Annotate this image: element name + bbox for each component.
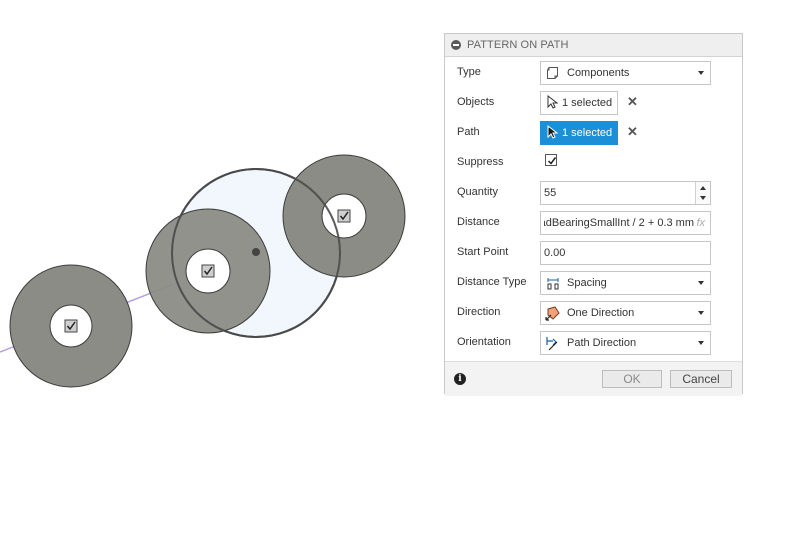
direction-value: One Direction — [567, 307, 635, 319]
distance-value: oadBearingSmallInt / 2 + 0.3 mm — [544, 217, 694, 229]
row-objects: Objects 1 selected ✕ — [445, 87, 742, 117]
path-start-point[interactable] — [252, 248, 260, 256]
quantity-spinner[interactable] — [695, 182, 710, 204]
type-dropdown[interactable]: Components — [540, 61, 711, 85]
pattern-on-path-panel: PATTERN ON PATH Type Components Objects … — [444, 33, 743, 396]
quantity-label: Quantity — [457, 186, 498, 198]
distance-type-label: Distance Type — [457, 276, 527, 288]
path-select-button[interactable]: 1 selected — [540, 121, 618, 145]
orientation-dropdown[interactable]: Path Direction — [540, 331, 711, 355]
row-distance-type: Distance Type Spacing — [445, 267, 742, 297]
fx-icon[interactable]: fx — [696, 217, 705, 229]
start-point-label: Start Point — [457, 246, 509, 258]
quantity-value: 55 — [544, 187, 557, 199]
start-point-value: 0.00 — [544, 247, 566, 259]
chevron-down-icon — [698, 71, 704, 75]
info-icon[interactable]: i — [454, 373, 466, 385]
cancel-button[interactable]: Cancel — [670, 370, 732, 388]
spacing-icon — [545, 275, 561, 291]
row-orientation: Orientation Path Direction — [445, 327, 742, 357]
suppress-checkbox[interactable] — [545, 154, 557, 166]
components-icon — [545, 65, 561, 81]
row-direction: Direction One Direction — [445, 297, 742, 327]
cursor-arrow-icon — [547, 124, 559, 142]
spin-down-icon[interactable] — [700, 196, 706, 200]
row-distance: Distance oadBearingSmallInt / 2 + 0.3 mm… — [445, 207, 742, 237]
panel-header[interactable]: PATTERN ON PATH — [445, 34, 742, 57]
distance-type-dropdown[interactable]: Spacing — [540, 271, 711, 295]
component-checkbox-icon[interactable] — [64, 319, 78, 333]
objects-select-button[interactable]: 1 selected — [540, 91, 618, 115]
spin-up-icon[interactable] — [700, 186, 706, 190]
orientation-label: Orientation — [457, 336, 511, 348]
collapse-icon[interactable] — [451, 40, 461, 50]
chevron-down-icon — [698, 281, 704, 285]
path-direction-icon — [545, 335, 561, 351]
direction-dropdown[interactable]: One Direction — [540, 301, 711, 325]
objects-label: Objects — [457, 96, 495, 108]
orientation-value: Path Direction — [567, 337, 637, 349]
start-point-input[interactable]: 0.00 — [540, 241, 711, 265]
direction-label: Direction — [457, 306, 501, 318]
clear-objects-icon[interactable]: ✕ — [627, 95, 639, 108]
row-type: Type Components — [445, 57, 742, 87]
component-checkbox-icon[interactable] — [337, 209, 351, 223]
row-quantity: Quantity 55 — [445, 177, 742, 207]
chevron-down-icon — [698, 341, 704, 345]
row-start-point: Start Point 0.00 — [445, 237, 742, 267]
row-suppress: Suppress — [445, 147, 742, 177]
type-value: Components — [567, 67, 630, 79]
chevron-down-icon — [698, 311, 704, 315]
type-label: Type — [457, 66, 481, 78]
panel-title: PATTERN ON PATH — [467, 39, 569, 51]
one-direction-icon — [545, 305, 561, 321]
distance-input[interactable]: oadBearingSmallInt / 2 + 0.3 mm fx — [540, 211, 711, 235]
panel-footer: i OK Cancel — [445, 361, 742, 396]
component-checkbox-icon[interactable] — [201, 264, 215, 278]
suppress-label: Suppress — [457, 156, 504, 168]
distance-label: Distance — [457, 216, 500, 228]
distance-type-value: Spacing — [567, 277, 607, 289]
quantity-stepper[interactable]: 55 — [540, 181, 711, 205]
path-value: 1 selected — [562, 127, 613, 139]
ok-button[interactable]: OK — [602, 370, 662, 388]
cursor-arrow-icon — [547, 94, 559, 112]
path-label: Path — [457, 126, 480, 138]
panel-body: Type Components Objects 1 selected ✕ Pat… — [445, 57, 742, 361]
objects-value: 1 selected — [562, 97, 613, 109]
clear-path-icon[interactable]: ✕ — [627, 125, 639, 138]
row-path: Path 1 selected ✕ — [445, 117, 742, 147]
